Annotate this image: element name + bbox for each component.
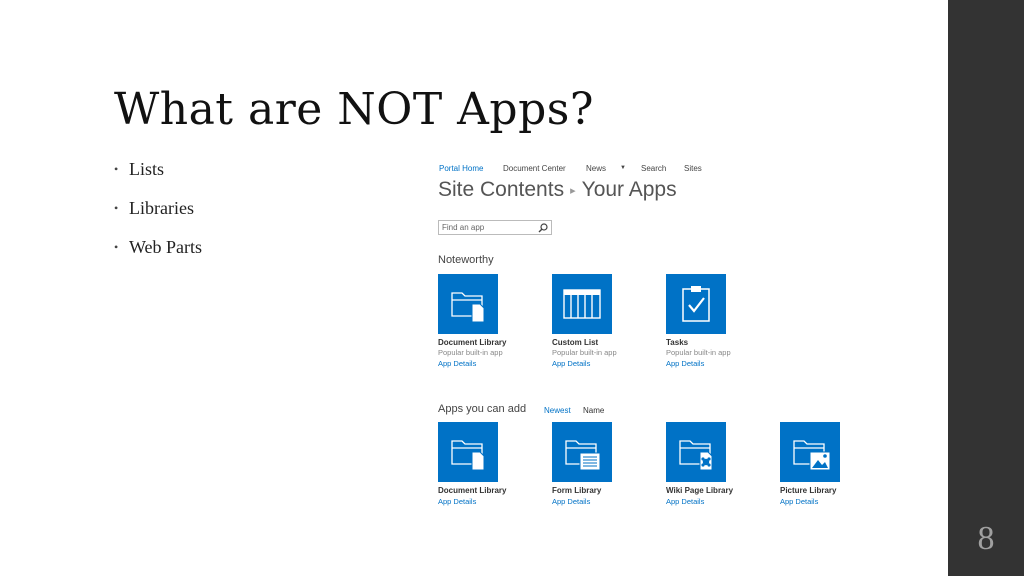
search-icon[interactable] [538, 223, 548, 233]
app-details-link[interactable]: App Details [438, 497, 538, 506]
find-app-input[interactable] [442, 222, 532, 233]
nav-portal-home[interactable]: Portal Home [439, 164, 483, 173]
tile-name[interactable]: Form Library [552, 486, 652, 495]
app-details-link[interactable]: App Details [552, 497, 652, 506]
app-details-link[interactable]: App Details [666, 497, 766, 506]
noteworthy-heading: Noteworthy [438, 254, 494, 266]
picture-library-icon[interactable] [780, 422, 840, 482]
tile-subtitle: Popular built-in app [438, 348, 503, 357]
nav-news[interactable]: News [586, 164, 606, 173]
breadcrumb-site-contents[interactable]: Site Contents [438, 178, 564, 201]
sharepoint-screenshot: Portal Home Document Center News ▼ Searc… [436, 160, 856, 520]
wiki-page-library-icon[interactable] [666, 422, 726, 482]
find-app-search-box [438, 220, 552, 235]
slide-page-number: 8 [977, 520, 995, 557]
document-library-icon[interactable] [438, 422, 498, 482]
caret-down-icon[interactable]: ▼ [620, 165, 626, 171]
nav-search[interactable]: Search [641, 164, 666, 173]
sort-newest-link[interactable]: Newest [544, 406, 571, 415]
app-tile-picture-library[interactable]: Picture Library App Details [780, 422, 880, 506]
app-tile-document-library[interactable]: Document Library App Details [438, 422, 538, 506]
app-details-link[interactable]: App Details [438, 359, 538, 368]
breadcrumb-separator-icon: ▸ [570, 184, 576, 197]
tile-subtitle: Popular built-in app [552, 348, 617, 357]
app-tile-form-library[interactable]: Form Library App Details [552, 422, 652, 506]
breadcrumb-your-apps: Your Apps [581, 178, 677, 201]
app-tile-tasks[interactable]: Tasks Popular built-in app App Details [666, 274, 766, 368]
bullet-item: Web Parts [114, 236, 202, 275]
bullet-item: Lists [114, 158, 202, 197]
bullet-list: Lists Libraries Web Parts [114, 158, 202, 275]
sort-name-link[interactable]: Name [583, 406, 604, 415]
app-details-link[interactable]: App Details [552, 359, 652, 368]
nav-document-center[interactable]: Document Center [503, 164, 566, 173]
document-library-icon[interactable] [438, 274, 498, 334]
tile-name[interactable]: Tasks [666, 338, 766, 347]
bullet-item: Libraries [114, 197, 202, 236]
tile-subtitle: Popular built-in app [666, 348, 731, 357]
nav-sites[interactable]: Sites [684, 164, 702, 173]
tile-name[interactable]: Picture Library [780, 486, 880, 495]
tile-name[interactable]: Wiki Page Library [666, 486, 766, 495]
custom-list-icon[interactable] [552, 274, 612, 334]
slide-title: What are NOT Apps? [114, 84, 594, 135]
app-details-link[interactable]: App Details [780, 497, 880, 506]
slide-side-bar [948, 0, 1024, 576]
app-tile-custom-list[interactable]: Custom List Popular built-in app App Det… [552, 274, 652, 368]
form-library-icon[interactable] [552, 422, 612, 482]
page-heading: Site Contents ▸ Your Apps [438, 178, 677, 202]
app-tile-document-library[interactable]: Document Library Popular built-in app Ap… [438, 274, 538, 368]
app-tile-wiki-page-library[interactable]: Wiki Page Library App Details [666, 422, 766, 506]
app-details-link[interactable]: App Details [666, 359, 766, 368]
tile-name[interactable]: Document Library [438, 486, 538, 495]
tile-name[interactable]: Custom List [552, 338, 652, 347]
apps-you-can-add-heading: Apps you can add [438, 403, 527, 415]
tile-name[interactable]: Document Library [438, 338, 538, 347]
tasks-icon[interactable] [666, 274, 726, 334]
